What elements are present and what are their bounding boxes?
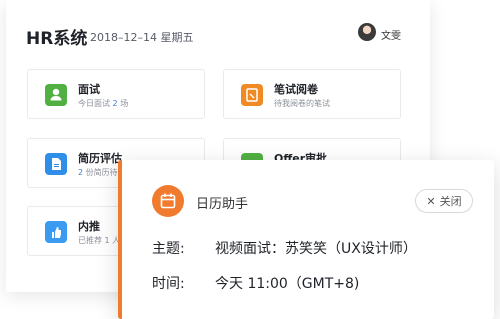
card-subtitle: 今日面试 2 场 <box>78 99 129 108</box>
close-icon: ✕ <box>426 194 436 208</box>
time-row: 时间: 今天 11:00（GMT+8) <box>152 273 359 293</box>
calendar-icon <box>152 185 184 217</box>
close-button[interactable]: ✕ 关闭 <box>415 189 473 213</box>
card-subtitle: 待我阅卷的笔试 <box>274 99 330 108</box>
card-subtitle: 已推荐 1 人 <box>78 236 121 245</box>
header-date: 2018–12–14 星期五 <box>90 31 194 44</box>
subject-label: 主题: <box>152 241 185 257</box>
card-title: 简历评估 <box>78 152 122 165</box>
card-interview[interactable]: 面试 今日面试 2 场 <box>27 69 205 119</box>
subject-value: 视频面试：苏笑笑（UX设计师） <box>215 241 417 257</box>
avatar[interactable] <box>358 23 376 41</box>
user-name[interactable]: 文雯 <box>381 27 401 42</box>
card-title: 笔试阅卷 <box>274 83 318 96</box>
subject-row: 主题: 视频面试：苏笑笑（UX设计师） <box>152 238 417 258</box>
popup-title: 日历助手 <box>196 197 249 212</box>
document-icon <box>45 153 67 175</box>
thumbs-up-icon <box>45 221 67 243</box>
card-title: 内推 <box>78 220 100 233</box>
close-label: 关闭 <box>439 195 462 208</box>
pencil-icon <box>241 84 263 106</box>
app-title: HR系统 <box>26 29 88 49</box>
card-subtitle: 2 份简历待 <box>78 168 118 177</box>
card-title: 面试 <box>78 83 100 96</box>
calendar-assistant-popup: 日历助手 ✕ 关闭 主题: 视频面试：苏笑笑（UX设计师） 时间: 今天 11:00… <box>118 160 494 319</box>
time-value: 今天 11:00（GMT+8) <box>215 276 360 292</box>
card-written-test[interactable]: 笔试阅卷 待我阅卷的笔试 <box>223 69 401 119</box>
person-icon <box>45 84 67 106</box>
time-label: 时间: <box>152 276 185 292</box>
